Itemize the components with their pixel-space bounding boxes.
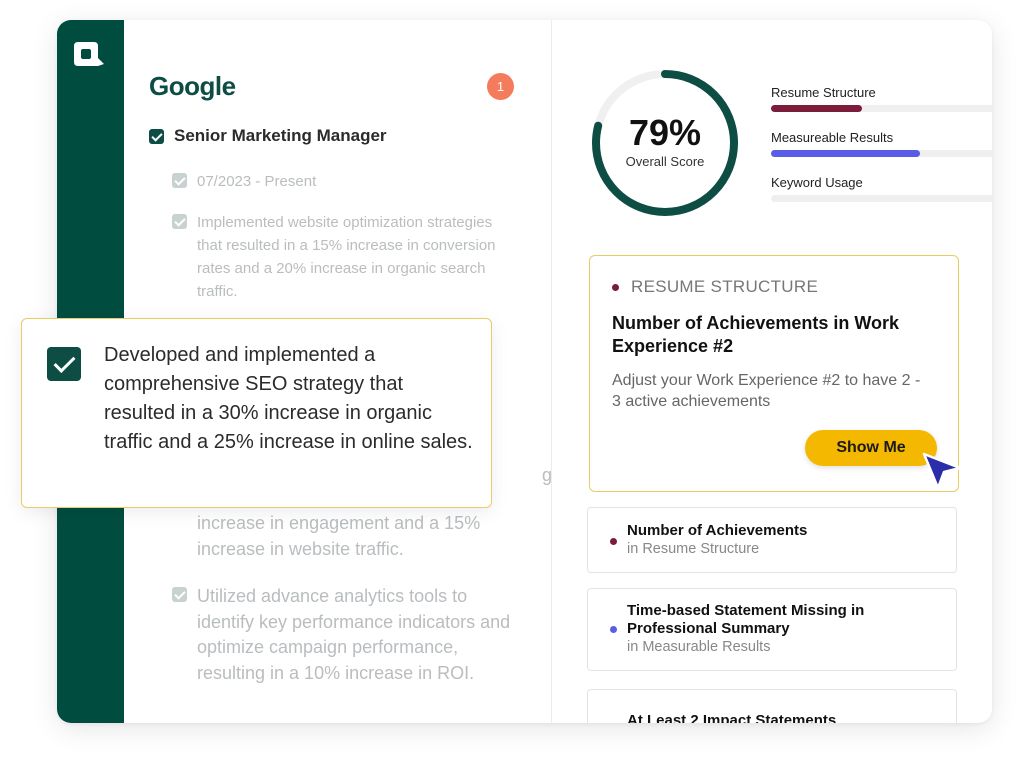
overall-score-gauge: 79% Overall Score — [590, 68, 740, 218]
metric-progress-bar — [771, 150, 992, 157]
job-entry[interactable]: Senior Marketing Manager — [149, 126, 387, 146]
checkbox-checked-icon[interactable] — [172, 214, 187, 229]
metric-keyword-usage[interactable]: Keyword Usage — [771, 175, 992, 202]
achievement-item[interactable]: Implemented website optimization strateg… — [172, 211, 517, 303]
metric-resume-structure[interactable]: Resume Structure — [771, 85, 992, 112]
metric-measurable-results[interactable]: Measureable Results — [771, 130, 992, 157]
category-dot — [610, 538, 617, 545]
score-panel: 79% Overall Score Resume Structure Measu… — [552, 20, 992, 723]
highlighted-achievement-popout[interactable]: Developed and implemented a comprehensiv… — [21, 318, 492, 508]
category-dot — [612, 283, 619, 291]
company-name: Google — [149, 71, 236, 101]
checkbox-checked-icon[interactable] — [172, 587, 187, 602]
achievement-item-partial: increase in engagement and a 15% increas… — [172, 511, 512, 562]
mouse-pointer-icon — [922, 452, 962, 490]
metric-progress-bar — [771, 195, 992, 202]
achievement-text: increase in engagement and a 15% increas… — [197, 513, 481, 559]
suggestion-card: RESUME STRUCTURE Number of Achievements … — [589, 255, 962, 492]
achievement-text: Utilized advance analytics tools to iden… — [197, 586, 511, 683]
highlighted-achievement-text: Developed and implemented a comprehensiv… — [104, 344, 473, 453]
checkbox-checked-icon[interactable] — [47, 347, 81, 381]
achievement-text: Implemented website optimization strateg… — [197, 214, 496, 300]
checkbox-checked-icon[interactable] — [172, 173, 187, 188]
suggestion-list-item[interactable]: At Least 2 Impact Statements — [587, 689, 957, 723]
app-logo-icon[interactable] — [70, 40, 108, 72]
checkbox-checked-icon[interactable] — [149, 128, 164, 144]
suggestion-title: Number of Achievements in Work Experienc… — [612, 313, 900, 356]
show-me-button[interactable]: Show Me — [805, 430, 937, 466]
suggestion-list-item[interactable]: Number of Achievements in Resume Structu… — [587, 507, 957, 573]
category-dot — [610, 626, 617, 633]
suggestion-description: Adjust your Work Experience #2 to have 2… — [612, 372, 921, 410]
metric-progress-bar — [771, 105, 992, 112]
achievement-text: 07/2023 - Present — [197, 173, 317, 190]
score-value: 79% — [628, 112, 702, 153]
suggestion-list-item[interactable]: Time-based Statement Missing in Professi… — [587, 588, 957, 671]
suggestion-category: RESUME STRUCTURE — [612, 277, 818, 297]
notification-badge[interactable]: 1 — [487, 73, 514, 100]
score-label: Overall Score — [625, 154, 705, 169]
achievement-item[interactable]: 07/2023 - Present — [172, 170, 517, 193]
achievement-item[interactable]: Utilized advance analytics tools to iden… — [172, 584, 512, 686]
job-title: Senior Marketing Manager — [174, 126, 387, 145]
